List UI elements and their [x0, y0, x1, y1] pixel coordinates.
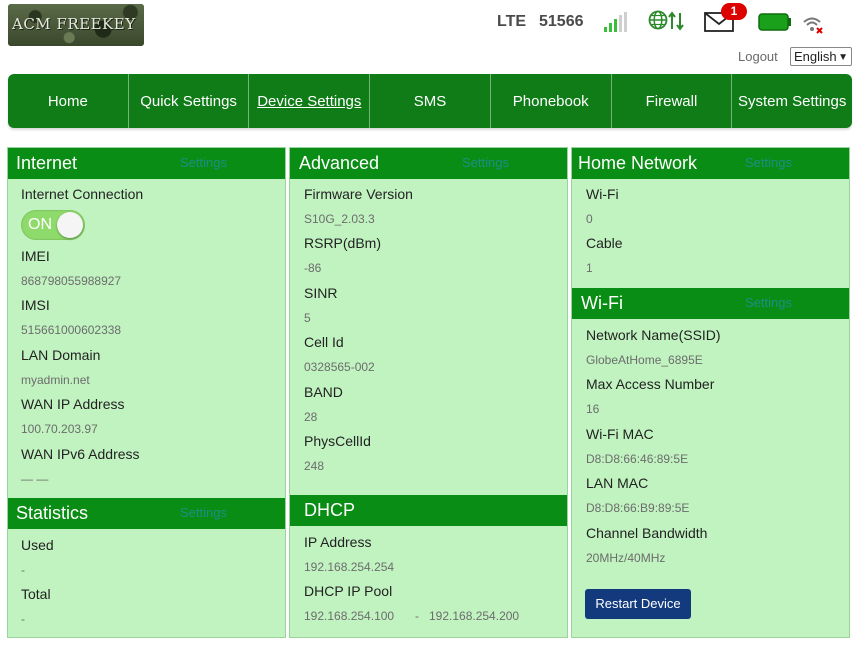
wan-ip-label: WAN IP Address: [21, 396, 125, 412]
language-select[interactable]: English ▼: [790, 47, 852, 66]
cell-id-value: 0328565-002: [304, 360, 375, 374]
wifi-settings-link[interactable]: Settings: [745, 295, 792, 310]
dhcp-ip-address-label: IP Address: [304, 534, 372, 550]
home-network-panel: Home Network Settings Wi-Fi 0 Cable 1 Wi…: [571, 147, 850, 638]
wan-ipv6-value: — —: [21, 472, 49, 486]
wan-ipv6-label: WAN IPv6 Address: [21, 446, 140, 462]
band-label: BAND: [304, 384, 343, 400]
network-type: LTE: [497, 13, 527, 30]
advanced-settings-link[interactable]: Settings: [462, 155, 509, 170]
firmware-version-value: S10G_2.03.3: [304, 212, 375, 226]
wifi-header: Wi-Fi Settings: [572, 288, 849, 319]
cable-clients-value: 1: [586, 261, 593, 275]
dhcp-ip-address-value: 192.168.254.254: [304, 560, 395, 574]
wan-ip-value: 100.70.203.97: [21, 422, 98, 436]
rsrp-value: -86: [304, 261, 322, 275]
internet-connection-toggle[interactable]: ON: [21, 210, 85, 240]
dhcp-ip-pool-label: DHCP IP Pool: [304, 583, 393, 599]
advanced-panel: Advanced Settings Firmware Version S10G_…: [289, 147, 568, 638]
ssid-label: Network Name(SSID): [586, 327, 721, 343]
home-network-header: Home Network Settings: [572, 148, 849, 179]
imei-label: IMEI: [21, 248, 50, 264]
network-id: 51566: [539, 13, 584, 30]
lan-mac-label: LAN MAC: [586, 475, 649, 491]
sinr-value: 5: [304, 311, 311, 325]
wifi-mac-value: D8:D8:66:46:89:5E: [586, 452, 689, 466]
nav-system-settings[interactable]: System Settings: [732, 74, 852, 128]
dhcp-pool-end: 192.168.254.200: [429, 609, 520, 623]
lan-mac-value: D8:D8:66:B9:89:5E: [586, 501, 690, 515]
statistics-title: Statistics: [16, 503, 89, 523]
dhcp-pool-separator: -: [415, 609, 419, 623]
wifi-clients-value: 0: [586, 212, 593, 226]
imsi-value: 515661000602338: [21, 323, 122, 337]
language-value: English: [794, 49, 837, 64]
used-label: Used: [21, 537, 54, 553]
nav-firewall[interactable]: Firewall: [612, 74, 733, 128]
nav-sms[interactable]: SMS: [370, 74, 491, 128]
band-value: 28: [304, 410, 318, 424]
total-value: -: [21, 612, 25, 626]
signal-icon: [604, 12, 627, 32]
imsi-label: IMSI: [21, 297, 50, 313]
battery-icon: [758, 13, 791, 31]
internet-panel: Internet Settings Internet Connection ON…: [7, 147, 286, 638]
toggle-state: ON: [28, 216, 52, 233]
internet-title: Internet: [16, 153, 78, 173]
total-label: Total: [21, 586, 51, 602]
nav-home[interactable]: Home: [8, 74, 129, 128]
nav-device-settings[interactable]: Device Settings: [249, 74, 371, 128]
advanced-title: Advanced: [299, 153, 380, 173]
ssid-value: GlobeAtHome_6895E: [586, 353, 703, 367]
internet-header: Internet Settings: [8, 148, 285, 179]
lan-domain-value: myadmin.net: [21, 373, 90, 387]
brand-logo: ACM FREEKEY: [8, 4, 144, 46]
home-network-settings-link[interactable]: Settings: [745, 155, 792, 170]
home-network-title: Home Network: [578, 153, 698, 173]
nav-quick-settings[interactable]: Quick Settings: [129, 74, 250, 128]
cell-id-label: Cell Id: [304, 334, 344, 350]
advanced-header: Advanced Settings: [290, 148, 567, 179]
wifi-title: Wi-Fi: [581, 293, 623, 313]
sinr-label: SINR: [304, 285, 338, 301]
channel-bandwidth-value: 20MHz/40MHz: [586, 551, 666, 565]
wifi-clients-label: Wi-Fi: [586, 186, 619, 202]
nav-phonebook[interactable]: Phonebook: [491, 74, 612, 128]
globe-data-icon: [648, 10, 684, 31]
logout-link[interactable]: Logout: [738, 49, 778, 64]
max-access-value: 16: [586, 402, 600, 416]
internet-connection-label: Internet Connection: [21, 186, 144, 202]
used-value: -: [21, 563, 25, 577]
internet-settings-link[interactable]: Settings: [180, 155, 227, 170]
header: ACM FREEKEY LTE 51566 1 Logout English ▼: [0, 0, 856, 70]
dhcp-pool-start: 192.168.254.100: [304, 609, 395, 623]
main-nav: Home Quick Settings Device Settings SMS …: [8, 74, 852, 128]
wifi-mac-label: Wi-Fi MAC: [586, 426, 654, 442]
firmware-version-label: Firmware Version: [304, 186, 413, 202]
toggle-knob[interactable]: [57, 212, 83, 238]
logo-text: ACM FREEKEY: [12, 15, 136, 33]
statistics-header: Statistics Settings: [8, 498, 285, 529]
phys-cell-id-value: 248: [304, 459, 325, 473]
lan-domain-label: LAN Domain: [21, 347, 101, 363]
phys-cell-id-label: PhysCellId: [304, 433, 371, 449]
cable-clients-label: Cable: [586, 235, 623, 251]
sms-unread-badge: 1: [721, 3, 747, 20]
imei-value: 868798055988927: [21, 274, 122, 288]
statistics-settings-link[interactable]: Settings: [180, 505, 227, 520]
rsrp-label: RSRP(dBm): [304, 235, 382, 251]
channel-bandwidth-label: Channel Bandwidth: [586, 525, 708, 541]
max-access-label: Max Access Number: [586, 376, 715, 392]
chevron-down-icon: ▼: [838, 52, 848, 63]
dhcp-header: DHCP: [290, 495, 567, 526]
dhcp-title: DHCP: [304, 500, 356, 520]
restart-device-button[interactable]: Restart Device: [585, 589, 691, 619]
wifi-disabled-icon: [803, 17, 823, 34]
